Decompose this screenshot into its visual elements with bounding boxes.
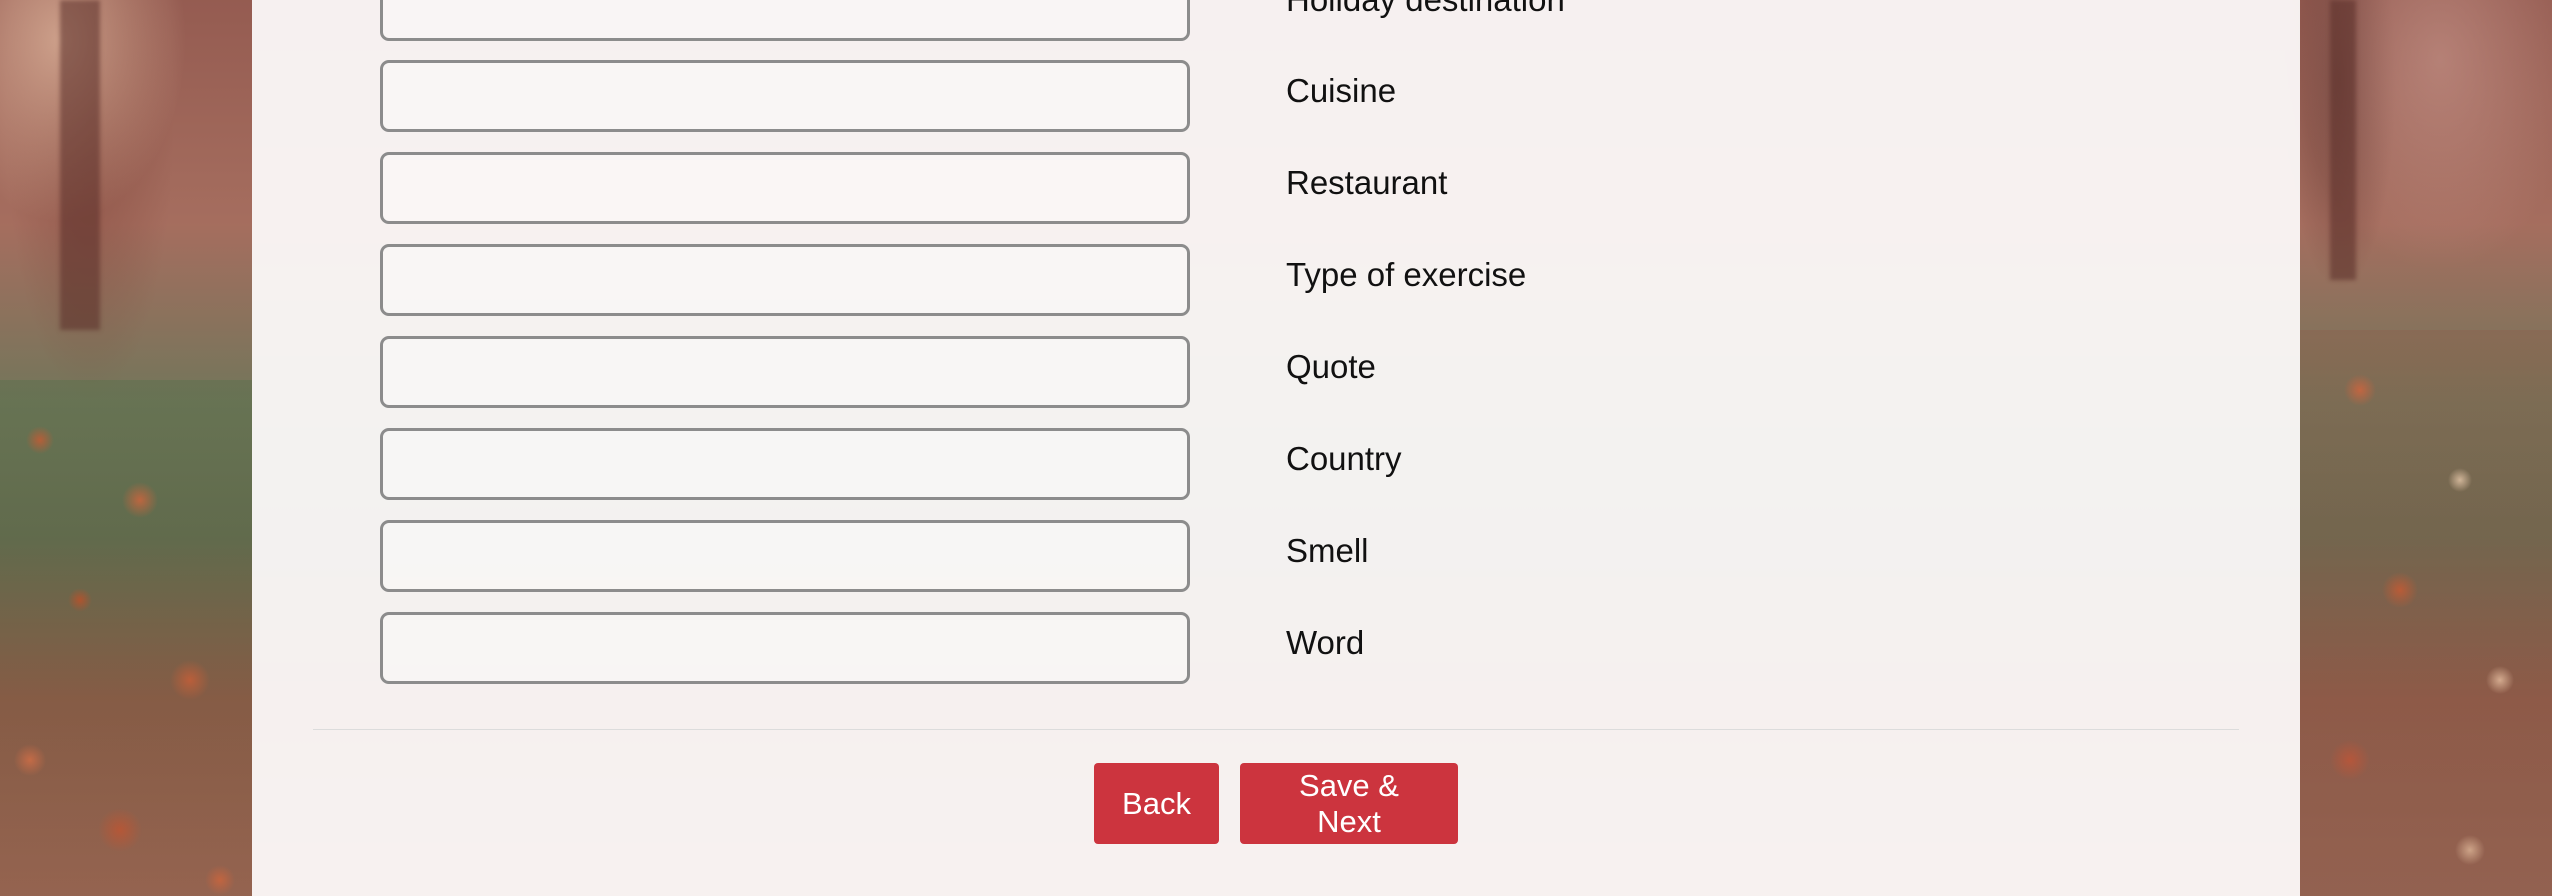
cuisine-label: Cuisine xyxy=(1286,72,1397,109)
restaurant-input[interactable] xyxy=(380,152,1190,224)
holiday-destination-input[interactable] xyxy=(380,0,1190,41)
form-divider xyxy=(313,729,2239,730)
smell-input[interactable] xyxy=(380,520,1190,592)
quote-input[interactable] xyxy=(380,336,1190,408)
form-row-quote: Quote xyxy=(380,336,2080,408)
form-row-holiday-destination: Holiday destination xyxy=(380,0,2080,41)
country-input[interactable] xyxy=(380,428,1190,500)
background-tree-trunk xyxy=(2330,0,2356,280)
holiday-destination-label: Holiday destination xyxy=(1286,0,1565,19)
cuisine-input[interactable] xyxy=(380,60,1190,132)
quote-label: Quote xyxy=(1286,348,1376,385)
background-leaves-right xyxy=(2300,330,2552,896)
form-row-type-of-exercise: Type of exercise xyxy=(380,244,2080,316)
type-of-exercise-input[interactable] xyxy=(380,244,1190,316)
word-label: Word xyxy=(1286,624,1365,661)
country-label: Country xyxy=(1286,440,1402,477)
form-row-cuisine: Cuisine xyxy=(380,60,2080,132)
form-row-restaurant: Restaurant xyxy=(380,152,2080,224)
form-row-country: Country xyxy=(380,428,2080,500)
type-of-exercise-label: Type of exercise xyxy=(1286,256,1527,293)
smell-label: Smell xyxy=(1286,532,1369,569)
save-and-next-button[interactable]: Save & Next xyxy=(1240,763,1458,844)
background-tree-trunk xyxy=(60,0,100,330)
form-row-smell: Smell xyxy=(380,520,2080,592)
background-leaves-left xyxy=(0,380,252,896)
restaurant-label: Restaurant xyxy=(1286,164,1448,201)
form-row-word: Word xyxy=(380,612,2080,684)
word-input[interactable] xyxy=(380,612,1190,684)
back-button[interactable]: Back xyxy=(1094,763,1219,844)
form-panel: Holiday destination Cuisine Restaurant T… xyxy=(252,0,2300,896)
